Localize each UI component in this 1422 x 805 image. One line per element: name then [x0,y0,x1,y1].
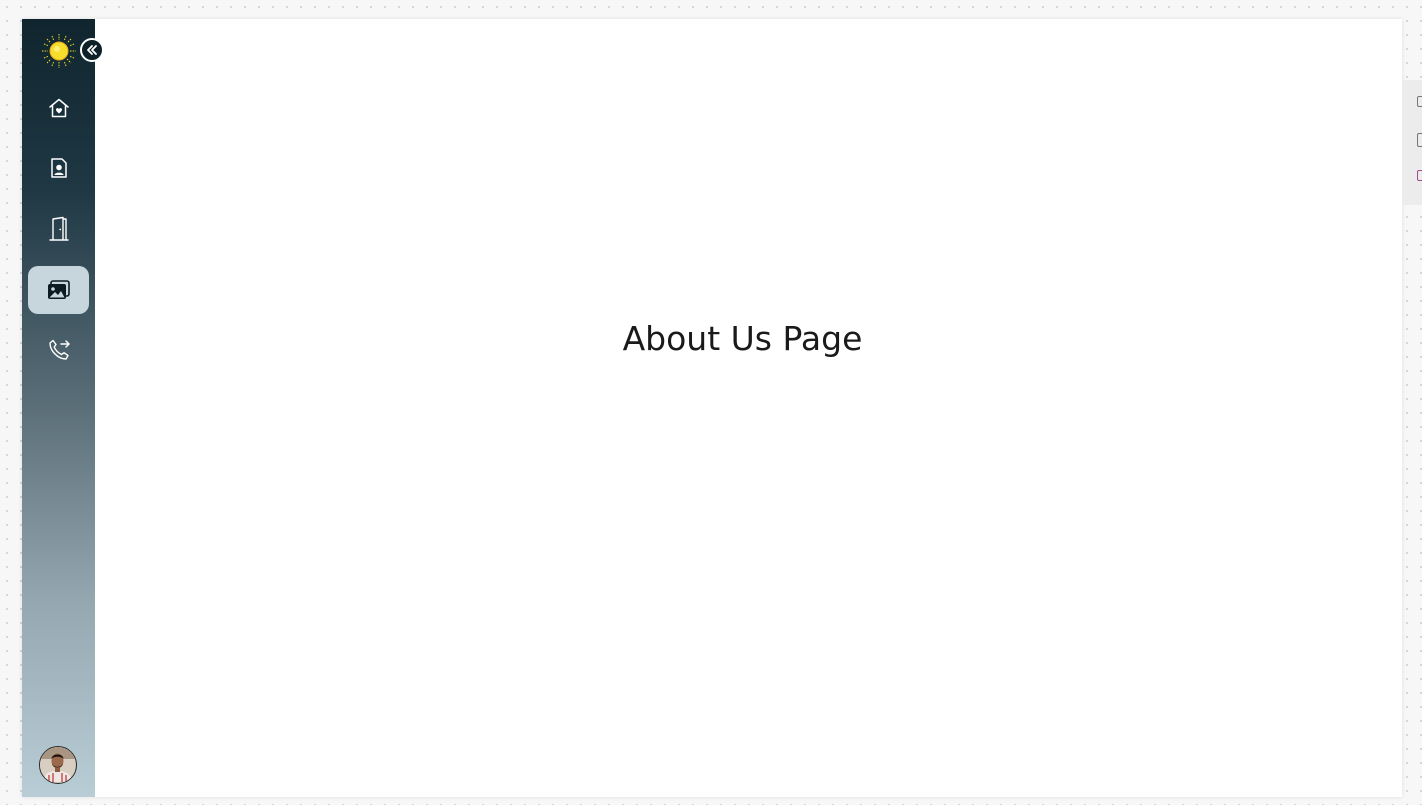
home-heart-icon [47,96,71,120]
door-icon [47,216,71,242]
chevrons-left-icon [86,41,98,60]
collapse-sidebar-button[interactable] [80,38,104,62]
avatar[interactable] [39,746,77,784]
main-content: About Us Page [95,19,1402,797]
profile-document-icon [47,156,71,180]
page-title: About Us Page [622,319,863,358]
sidebar-item-contact[interactable] [28,326,89,374]
sun-logo-icon[interactable] [41,33,77,69]
panel-tab-icon [1417,133,1422,147]
sidebar-item-home[interactable] [28,84,89,132]
sidebar-item-gallery[interactable] [28,266,89,314]
phone-forward-icon [46,337,72,363]
gallery-icon [46,278,72,302]
sidebar-item-profile[interactable] [28,144,89,192]
app-window: About Us Page [22,19,1402,797]
panel-tab-icon [1417,170,1422,181]
sidebar [22,19,104,797]
side-panel-tab[interactable] [1403,80,1422,205]
panel-tab-icon [1417,96,1422,107]
sidebar-item-door[interactable] [28,205,89,253]
